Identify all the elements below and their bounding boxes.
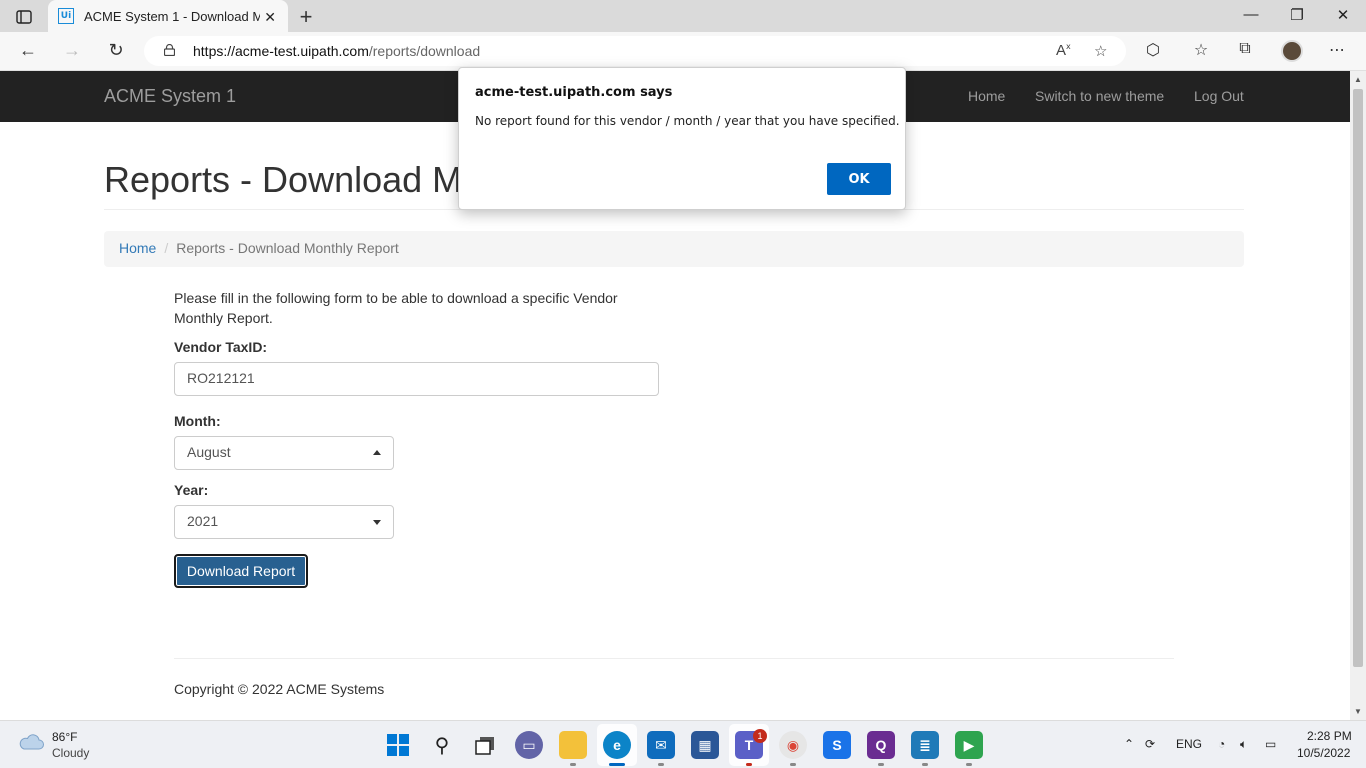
teams-notification-badge: 1 [753, 729, 767, 743]
lock-icon[interactable] [164, 44, 175, 56]
scroll-down-icon[interactable]: ▼ [1354, 707, 1362, 716]
dialog-title: acme-test.uipath.com says [475, 85, 673, 100]
year-label: Year: [174, 482, 209, 498]
file-explorer-icon[interactable] [559, 731, 587, 759]
media-player-icon[interactable]: ▶ [955, 731, 983, 759]
vendor-taxid-value: RO212121 [187, 370, 255, 386]
language-indicator[interactable]: ENG [1176, 737, 1202, 751]
edge-indicator [609, 763, 625, 766]
more-menu-icon[interactable]: ⋯ [1326, 40, 1348, 60]
back-icon[interactable]: ← [16, 40, 40, 61]
scroll-up-icon[interactable]: ▲ [1354, 75, 1362, 84]
nav-logout[interactable]: Log Out [1194, 88, 1244, 104]
read-aloud-icon[interactable]: Aⅹ [1056, 42, 1071, 59]
edge-icon[interactable]: e [603, 731, 631, 759]
breadcrumb-current: Reports - Download Monthly Report [176, 240, 399, 256]
vendor-taxid-input[interactable]: RO212121 [174, 362, 659, 396]
nav-switch-theme[interactable]: Switch to new theme [1035, 88, 1164, 104]
tab-title: ACME System 1 - Download Mon [84, 8, 260, 24]
teams-chat-icon[interactable]: ▭ [515, 731, 543, 759]
add-favorite-icon[interactable]: ☆ [1094, 42, 1107, 60]
volume-icon[interactable]: 🔈︎ [1240, 737, 1247, 752]
breadcrumb-home[interactable]: Home [119, 240, 156, 256]
chevron-up-icon[interactable]: ⌃ [1124, 737, 1134, 751]
favorites-icon[interactable]: ☆ [1190, 40, 1212, 60]
site-brand[interactable]: ACME System 1 [104, 86, 236, 107]
restore-icon[interactable]: ❐ [1282, 6, 1312, 24]
mail-icon[interactable]: ✉ [647, 731, 675, 759]
vendor-taxid-label: Vendor TaxID: [174, 339, 268, 355]
teams-indicator [746, 763, 752, 766]
month-label: Month: [174, 413, 221, 429]
start-icon[interactable] [384, 731, 412, 759]
sync-icon[interactable]: ⟳ [1145, 737, 1155, 751]
chrome-icon[interactable]: ◉ [779, 731, 807, 759]
clock-time[interactable]: 2:28 PM [1307, 729, 1352, 743]
alert-dialog: acme-test.uipath.com says No report foun… [458, 67, 906, 210]
browser-toolbar: ← → ↻ https://acme-test.uipath.com/repor… [0, 32, 1366, 71]
year-selected-value: 2021 [187, 513, 219, 529]
search-icon[interactable]: ⚲ [428, 731, 456, 759]
refresh-icon[interactable]: ↻ [104, 40, 128, 61]
windows-taskbar: 86°F Cloudy ⚲ ▭ e ✉ ▦ T 1 ◉ S Q ≣ ▶ ⌃ ⟳ … [0, 720, 1366, 768]
weather-temperature[interactable]: 86°F [52, 730, 77, 744]
minimize-icon[interactable]: — [1236, 6, 1266, 23]
breadcrumb-separator: / [164, 240, 169, 256]
weather-condition[interactable]: Cloudy [52, 746, 89, 760]
battery-icon[interactable]: ▭ [1265, 737, 1276, 751]
download-report-button[interactable]: Download Report [174, 554, 308, 588]
footer-divider [174, 658, 1174, 659]
close-window-icon[interactable]: ✕ [1328, 6, 1358, 24]
mail-indicator [658, 763, 664, 766]
notepad-indicator [922, 763, 928, 766]
task-view-icon[interactable] [471, 731, 499, 759]
tab-actions-icon[interactable] [10, 6, 38, 28]
file-explorer-indicator [570, 763, 576, 766]
wifi-icon[interactable]: ◔ [1218, 737, 1225, 751]
month-selected-value: August [187, 444, 231, 460]
breadcrumb: Home / Reports - Download Monthly Report [104, 231, 1244, 267]
new-tab-icon[interactable]: + [294, 4, 318, 30]
dialog-message: No report found for this vendor / month … [475, 114, 900, 128]
caret-down-icon [373, 520, 381, 525]
uipath-assistant-indicator [878, 763, 884, 766]
profile-avatar[interactable] [1281, 40, 1303, 62]
dialog-ok-button[interactable]: OK [827, 163, 891, 195]
month-select[interactable]: August [174, 436, 394, 470]
form-intro-text: Please fill in the following form to be … [174, 290, 618, 326]
chrome-indicator [790, 763, 796, 766]
uipath-studio-icon[interactable]: S [823, 731, 851, 759]
store-icon[interactable]: ▦ [691, 731, 719, 759]
url-text[interactable]: https://acme-test.uipath.com/reports/dow… [193, 43, 480, 59]
extensions-icon[interactable]: ⬡ [1142, 40, 1164, 60]
forward-icon[interactable]: → [60, 40, 84, 61]
scroll-thumb[interactable] [1353, 89, 1363, 667]
address-bar[interactable]: https://acme-test.uipath.com/reports/dow… [144, 36, 1126, 66]
uipath-assistant-icon[interactable]: Q [867, 731, 895, 759]
collections-icon[interactable]: ⧉ [1234, 40, 1256, 58]
copyright-text: Copyright © 2022 ACME Systems [174, 681, 385, 697]
tab-close-icon[interactable]: ✕ [264, 9, 276, 26]
notepad-icon[interactable]: ≣ [911, 731, 939, 759]
nav-home[interactable]: Home [968, 88, 1005, 104]
browser-tab-strip: Ui ACME System 1 - Download Mon ✕ + — ❐ … [0, 0, 1366, 32]
media-player-indicator [966, 763, 972, 766]
year-select[interactable]: 2021 [174, 505, 394, 539]
caret-up-icon [373, 450, 381, 455]
browser-tab-active[interactable]: Ui ACME System 1 - Download Mon ✕ [48, 0, 288, 32]
clock-date[interactable]: 10/5/2022 [1297, 746, 1350, 760]
page-scrollbar[interactable]: ▲ ▼ [1350, 71, 1366, 720]
uipath-favicon-icon: Ui [58, 8, 74, 24]
cloud-icon[interactable] [18, 734, 44, 750]
page-title: Reports - Download M [104, 159, 463, 200]
